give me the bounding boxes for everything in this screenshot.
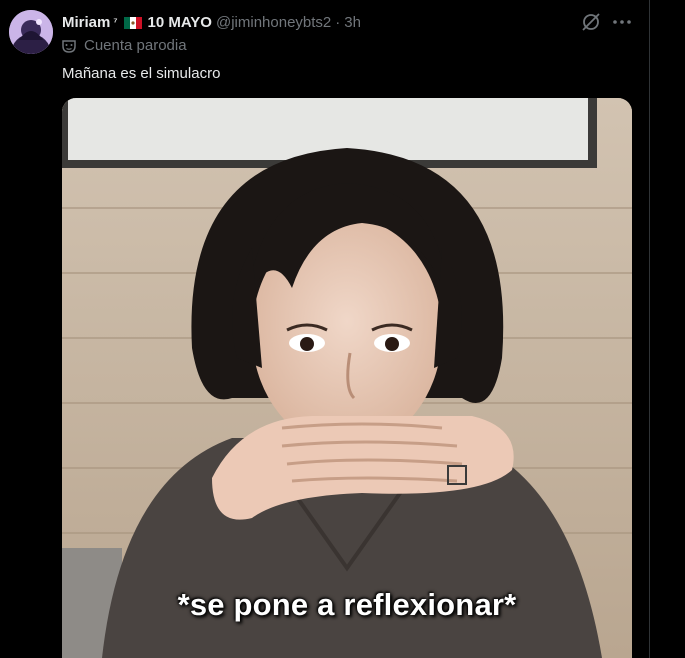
author-name[interactable]: Miriam	[62, 14, 110, 31]
tweet-media-image[interactable]: *se pone a reflexionar*	[62, 98, 632, 658]
avatar[interactable]	[9, 10, 53, 54]
more-icon[interactable]	[611, 11, 633, 33]
column-divider	[649, 0, 650, 658]
mexico-flag-icon	[123, 16, 142, 29]
tweet[interactable]: Miriam ⁷ 10 MAYO @jiminhoneybts2 · 3h Cu…	[0, 0, 649, 658]
author-date-label[interactable]: 10 MAYO	[148, 14, 212, 31]
parody-label-text: Cuenta parodia	[84, 37, 187, 54]
parody-account-label: Cuenta parodia	[62, 37, 187, 54]
tweet-timestamp[interactable]: 3h	[344, 14, 361, 31]
grok-icon[interactable]	[580, 11, 602, 33]
separator-dot: ·	[335, 13, 341, 31]
tweet-header: Miriam ⁷ 10 MAYO @jiminhoneybts2 · 3h	[62, 12, 361, 32]
tweet-text: Mañana es el simulacro	[62, 65, 221, 82]
parody-mask-icon	[62, 39, 76, 53]
author-superscript: ⁷	[113, 16, 118, 28]
meme-caption: *se pone a reflexionar*	[177, 587, 517, 622]
meme-photo	[62, 98, 632, 658]
author-handle[interactable]: @jiminhoneybts2	[216, 14, 331, 31]
